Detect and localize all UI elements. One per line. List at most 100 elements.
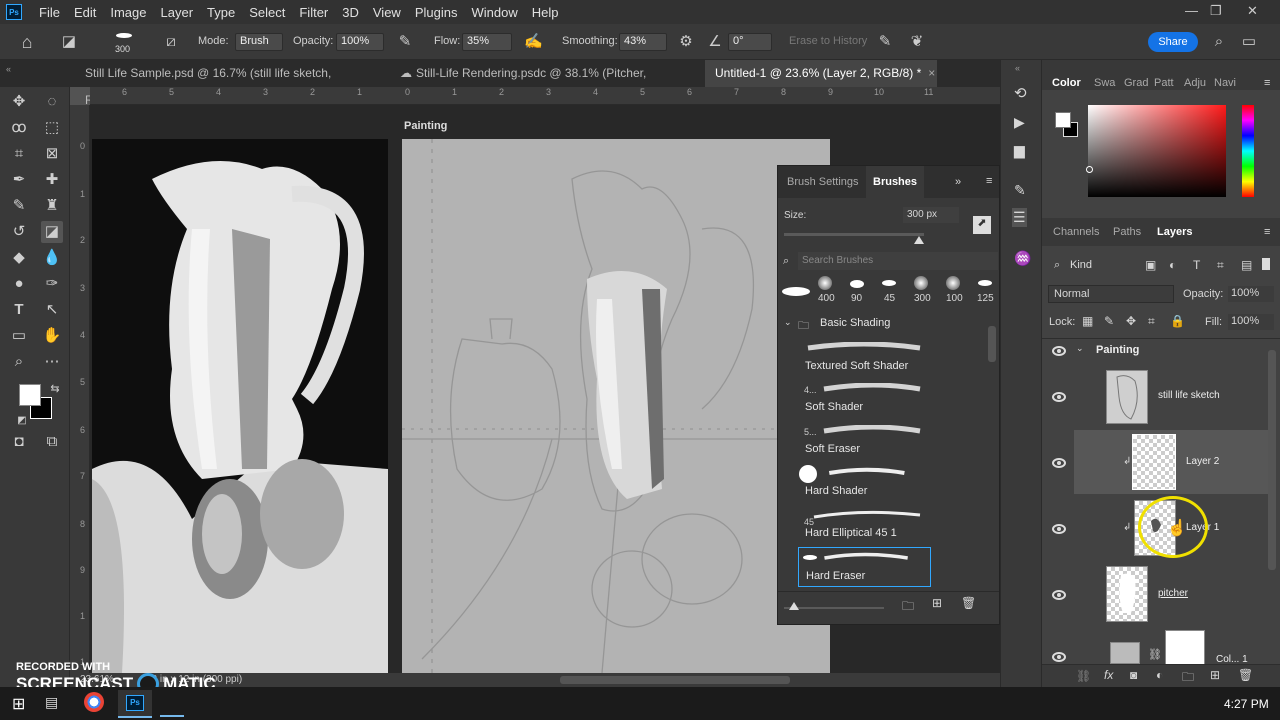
filter-smart-object-icon[interactable]: ▤ [1241,258,1252,272]
frame-tool-icon[interactable]: ⊠ [41,143,63,165]
tab-untitled-1[interactable]: Untitled-1 @ 23.6% (Layer 2, RGB/8) * × [705,60,937,87]
brush-tool-icon[interactable]: ✎ [8,195,30,217]
new-brush-icon[interactable]: ⊞ [932,596,942,610]
panel-menu-icon[interactable]: ≡ [1264,226,1270,238]
brush-item[interactable]: 4... Soft Shader [798,379,930,419]
pressure-size-icon[interactable]: ✎ [876,33,894,51]
layer-group-painting[interactable]: ⌄ Painting [1042,340,1268,362]
new-layer-icon[interactable]: ⊞ [1210,668,1220,682]
brushes-icon[interactable]: ♒ [1014,250,1031,267]
brush-preset-picker[interactable]: 300 [110,29,140,57]
flow-field[interactable]: 35% [462,33,512,51]
horizontal-scrollbar[interactable] [560,676,790,684]
color-picker-cursor[interactable] [1086,166,1093,173]
brush-item[interactable]: Hard Shader [798,463,930,503]
pressure-opacity-icon[interactable]: ✎ [396,33,414,51]
filter-type-icon[interactable]: T [1193,258,1200,272]
blur-tool-icon[interactable]: 💧 [41,247,63,269]
dodge-tool-icon[interactable]: ● [8,273,30,295]
chrome-icon[interactable] [84,692,104,712]
layer-row-color-fill[interactable]: ⛓ Col... 1 [1042,626,1268,666]
recent-brush-hard-round[interactable] [782,287,810,296]
recent-brush-ellipse[interactable] [882,280,896,286]
lock-artboard-icon[interactable]: ⌗ [1148,314,1155,329]
brush-panel-icon[interactable]: ✎ [1014,182,1026,199]
size-field[interactable]: 300 px [903,207,959,223]
restore-icon[interactable]: ❐ [1210,3,1222,19]
brush-item[interactable]: 5... Soft Eraser [798,421,930,461]
menu-image[interactable]: Image [103,5,153,20]
crop-tool-icon[interactable]: ⌗ [8,143,30,165]
eyedropper-tool-icon[interactable]: ✒ [8,169,30,191]
lock-all-icon[interactable]: 🔒 [1170,314,1185,328]
close-icon[interactable]: × [928,66,935,80]
recent-brush-ellipse[interactable] [978,280,992,286]
foreground-color-swatch[interactable] [1055,112,1071,128]
angle-field[interactable]: 0° [728,33,772,51]
add-mask-icon[interactable]: ◙ [1130,668,1137,682]
opacity-field[interactable]: 100% [336,33,384,51]
layer-opacity-field[interactable]: 100% [1228,286,1274,302]
more-tools-icon[interactable]: ⋯ [41,351,63,373]
home-icon[interactable]: ⌂ [18,33,36,51]
lock-position-icon[interactable]: ✥ [1126,314,1136,328]
tab-channels[interactable]: Channels [1053,226,1099,238]
filter-adjustment-icon[interactable]: ◐ [1169,258,1176,272]
close-window-icon[interactable]: ✕ [1247,3,1258,19]
menu-window[interactable]: Window [464,5,524,20]
zoom-tool-icon[interactable]: ⌕ [8,351,30,373]
menu-layer[interactable]: Layer [154,5,201,20]
new-group-icon[interactable]: 🗀 [902,597,914,618]
tab-color[interactable]: Color [1052,77,1081,89]
filter-pixel-icon[interactable]: ▣ [1145,258,1156,272]
swap-colors-icon[interactable]: ⇆ [44,378,66,400]
menu-select[interactable]: Select [242,5,292,20]
airbrush-icon[interactable]: ✍ [524,33,543,51]
preview-size-thumb[interactable] [789,602,799,610]
new-group-icon[interactable]: 🗀 [1182,668,1194,689]
layer-row-pitcher[interactable]: pitcher [1042,562,1268,626]
screen-mode-icon[interactable]: ⧉ [41,431,63,453]
history-icon[interactable]: ⟲ [1014,84,1027,102]
clone-stamp-tool-icon[interactable]: ♜ [41,195,63,217]
symmetry-icon[interactable]: ❦ [908,33,926,51]
tab-patterns[interactable]: Patt [1154,77,1174,89]
fx-icon[interactable]: fx [1104,668,1113,682]
layer-row-still-life-sketch[interactable]: still life sketch [1042,364,1268,428]
recent-brush-soft-round[interactable] [914,276,928,290]
tab-brushes[interactable]: Brushes [866,166,924,198]
tab-still-life-sample[interactable]: Still Life Sample.psd @ 16.7% (still lif… [75,60,387,107]
blend-mode-select[interactable]: Normal [1048,285,1174,303]
task-view-icon[interactable]: ▤ [45,694,58,711]
eye-icon[interactable] [1052,392,1066,402]
layer-row-layer-2[interactable]: ↲ Layer 2 [1042,430,1268,494]
menu-type[interactable]: Type [200,5,242,20]
comments-icon[interactable]: ▆ [1014,142,1025,159]
recent-brush-ellipse[interactable] [850,280,864,288]
size-slider-thumb[interactable] [914,236,924,244]
minimize-icon[interactable]: — [1185,3,1198,18]
menu-view[interactable]: View [366,5,408,20]
trash-icon[interactable]: 🗑 [961,596,976,610]
collapse-panels-icon[interactable]: « [1015,63,1020,73]
menu-3d[interactable]: 3D [335,5,366,20]
move-tool-icon[interactable]: ✥ [8,91,30,113]
create-brush-icon[interactable]: ⬈ [973,216,991,234]
layers-scrollbar[interactable] [1268,350,1276,570]
foreground-color-swatch[interactable] [19,384,41,406]
history-brush-tool-icon[interactable]: ↺ [8,221,30,243]
eraser-tool-icon[interactable]: ◪ [60,33,78,51]
rotate-view-tool-icon[interactable]: ✋ [41,325,63,347]
eye-icon[interactable] [1052,524,1066,534]
preview-size-slider[interactable] [784,607,884,609]
recent-brush-soft-round[interactable] [946,276,960,290]
brush-settings-icon[interactable]: ☰ [1012,208,1027,227]
pen-tool-icon[interactable]: ✑ [41,273,63,295]
path-selection-tool-icon[interactable]: ↖ [41,299,63,321]
eye-icon[interactable] [1052,590,1066,600]
tab-swatches[interactable]: Swa [1094,77,1115,89]
eye-icon[interactable] [1052,346,1066,356]
artboard-label[interactable]: Painting [404,120,447,132]
object-select-tool-icon[interactable]: ⬚ [41,117,63,139]
paint-bucket-tool-icon[interactable]: ◆ [8,247,30,269]
